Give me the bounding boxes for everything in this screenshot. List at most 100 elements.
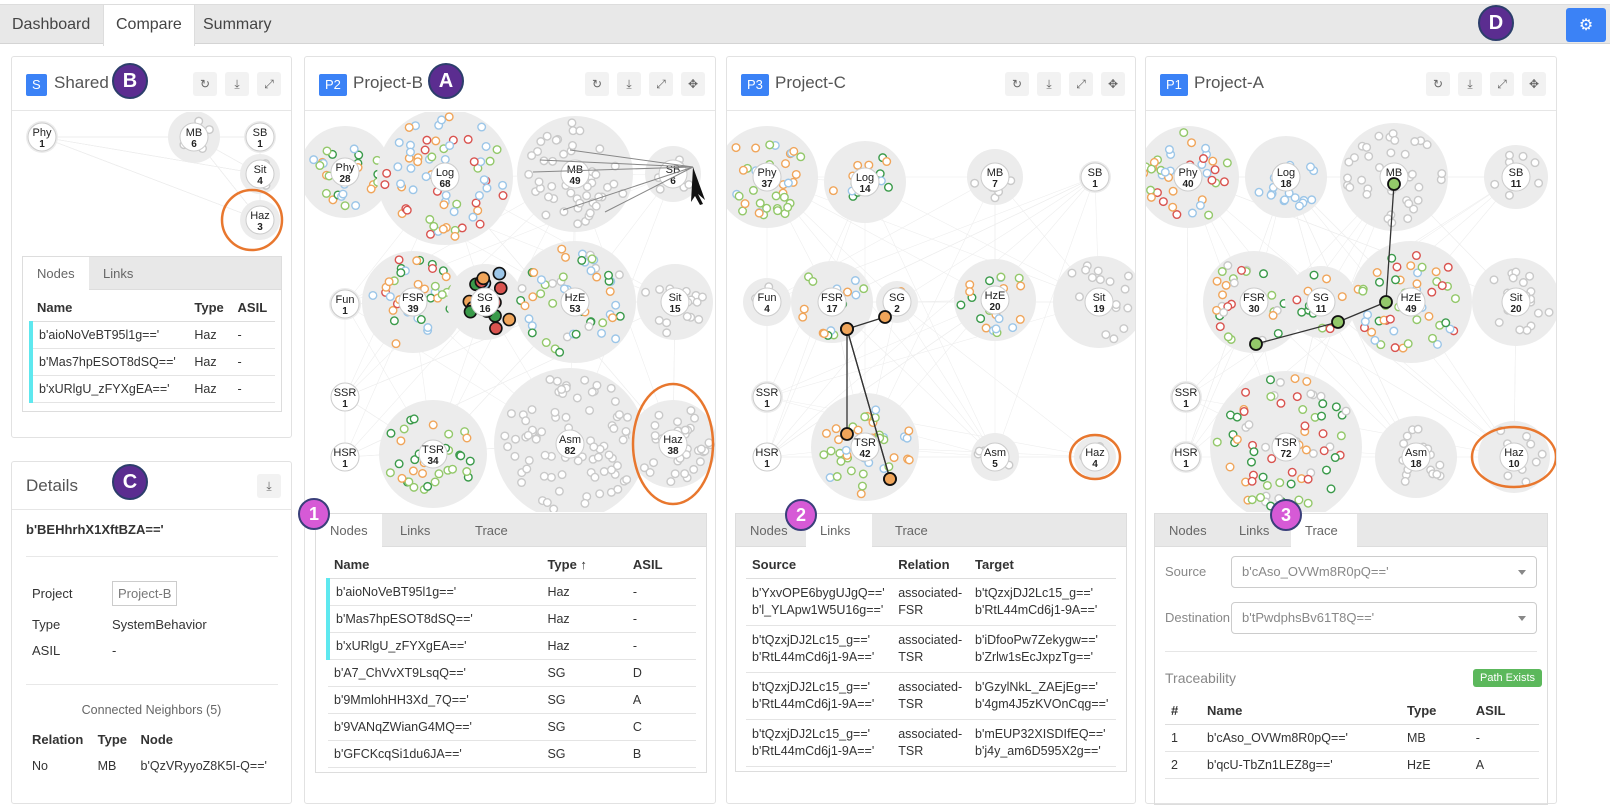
graph-node[interactable] — [541, 338, 551, 348]
graph-node[interactable] — [771, 191, 781, 201]
graph-node[interactable] — [666, 477, 676, 487]
graph-node[interactable] — [587, 254, 597, 264]
graph-node[interactable] — [783, 178, 793, 188]
graph-node[interactable] — [781, 159, 791, 169]
graph-node[interactable] — [586, 266, 596, 276]
graph-node[interactable] — [1246, 457, 1256, 467]
graph-node[interactable] — [684, 180, 694, 190]
graph-node[interactable] — [1232, 434, 1242, 444]
graph-node[interactable] — [385, 468, 395, 478]
graph-node[interactable] — [1331, 402, 1341, 412]
download-icon[interactable]: ⤓ — [225, 72, 249, 96]
graph-node[interactable] — [1422, 140, 1432, 150]
graph-node[interactable] — [1232, 412, 1242, 422]
graph-node[interactable] — [883, 182, 893, 192]
graph-node[interactable] — [524, 169, 534, 179]
table-row[interactable]: b'tQzxjDJ2Lc15_g==' b'RtL44mCd6j1-9A==' as… — [746, 672, 1116, 720]
graph-node[interactable] — [1225, 462, 1235, 472]
graph-node[interactable] — [477, 122, 487, 132]
graph-node[interactable] — [832, 472, 842, 482]
cluster-asm[interactable]: Asm5 — [971, 433, 1019, 481]
graph-node[interactable] — [475, 219, 485, 229]
trace-node[interactable] — [1387, 177, 1401, 191]
graph-node[interactable] — [481, 141, 491, 151]
graph-node[interactable] — [853, 160, 863, 170]
graph-node[interactable] — [655, 184, 665, 194]
graph-node[interactable] — [465, 456, 475, 466]
graph-node[interactable] — [1294, 201, 1304, 211]
graph-node[interactable] — [1093, 266, 1103, 276]
tab-trace[interactable]: Trace — [461, 514, 522, 548]
graph-node[interactable] — [1525, 271, 1535, 281]
move-icon[interactable]: ✥ — [1101, 72, 1125, 96]
graph-node[interactable] — [796, 152, 806, 162]
graph-node[interactable] — [1504, 150, 1514, 160]
graph-node[interactable] — [393, 162, 403, 172]
graph-node[interactable] — [622, 475, 632, 485]
graph-node[interactable] — [1016, 281, 1026, 291]
graph-node[interactable] — [550, 407, 560, 417]
graph-node[interactable] — [1534, 178, 1544, 188]
graph-node[interactable] — [546, 472, 556, 482]
graph-node[interactable] — [843, 287, 853, 297]
tab-trace[interactable]: Trace — [881, 514, 942, 548]
graph-node[interactable] — [1258, 472, 1268, 482]
graph-node[interactable] — [1441, 318, 1451, 328]
graph-node[interactable] — [427, 152, 437, 162]
graph-node[interactable] — [439, 200, 449, 210]
graph-node[interactable] — [1247, 495, 1257, 505]
table-row[interactable]: b'9VANqZWianG4MQ==' SG C — [328, 713, 696, 741]
table-row[interactable]: 2 b'qcU-TbZn1LEZ8g==' HzE A — [1165, 751, 1539, 779]
graph-node[interactable] — [517, 283, 527, 293]
graph-node[interactable] — [754, 208, 764, 218]
graph-node[interactable] — [412, 256, 422, 266]
graph-node[interactable] — [524, 314, 534, 324]
graph-node[interactable] — [991, 324, 1001, 334]
graph-node[interactable] — [740, 199, 750, 209]
graph-node[interactable] — [860, 412, 870, 422]
graph-node[interactable] — [547, 181, 557, 191]
graph-node[interactable] — [850, 276, 860, 286]
graph-node[interactable] — [965, 287, 975, 297]
graph-node[interactable] — [1400, 476, 1410, 486]
graph-node[interactable] — [500, 431, 510, 441]
col-asil[interactable]: ASIL — [231, 294, 275, 322]
graph-node[interactable] — [547, 278, 557, 288]
graph-node[interactable] — [397, 473, 407, 483]
graph-node[interactable] — [591, 170, 601, 180]
graph-node[interactable] — [970, 178, 980, 188]
graph-node[interactable] — [1306, 389, 1316, 399]
download-icon[interactable]: ⤓ — [257, 474, 281, 498]
graph-node[interactable] — [609, 179, 619, 189]
graph-node[interactable] — [1119, 324, 1129, 334]
graph-node[interactable] — [1400, 149, 1410, 159]
graph-node[interactable] — [1301, 445, 1311, 455]
cluster-hze[interactable]: HzE49 — [1350, 241, 1472, 363]
graph-node[interactable] — [394, 255, 404, 265]
graph-node[interactable] — [1374, 131, 1384, 141]
graph-node[interactable] — [1503, 471, 1513, 481]
graph-node[interactable] — [382, 168, 392, 178]
graph-node[interactable] — [1389, 326, 1399, 336]
graph-node[interactable] — [1123, 271, 1133, 281]
trace-node[interactable] — [1379, 295, 1393, 309]
graph-node[interactable] — [1241, 387, 1251, 397]
graph-node[interactable] — [469, 157, 479, 167]
graph-node[interactable] — [557, 384, 567, 394]
graph-node[interactable] — [1362, 189, 1372, 199]
graph-node[interactable] — [1364, 151, 1374, 161]
graph-node[interactable] — [1286, 479, 1296, 489]
cluster-log[interactable]: Log68 — [377, 112, 513, 245]
graph-node[interactable] — [449, 207, 459, 217]
graph-node[interactable] — [1266, 392, 1276, 402]
graph-node[interactable] — [309, 155, 319, 165]
graph-node[interactable] — [498, 191, 508, 201]
graph-node[interactable] — [385, 292, 395, 302]
graph-node[interactable] — [587, 387, 597, 397]
graph-node[interactable] — [1265, 375, 1275, 385]
graph-node[interactable] — [585, 208, 595, 218]
col-relation[interactable]: Relation — [892, 551, 970, 579]
graph-node[interactable] — [1160, 167, 1170, 177]
graph-node[interactable] — [1544, 307, 1554, 317]
expand-icon[interactable]: ⤢ — [1490, 72, 1514, 96]
